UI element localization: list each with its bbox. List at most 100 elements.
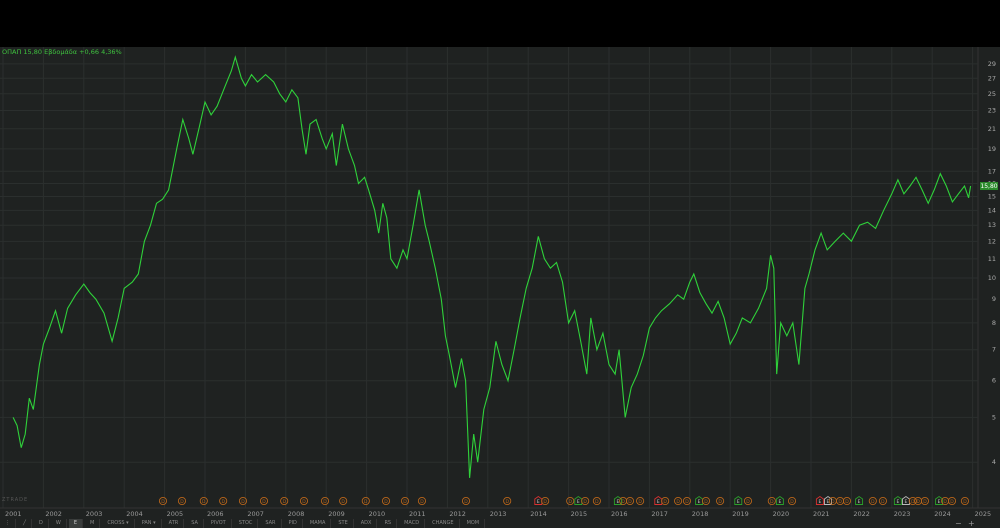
event-marker-label: D bbox=[638, 499, 642, 505]
x-tick-label: 2001 bbox=[5, 510, 22, 518]
x-tick-label: 2006 bbox=[207, 510, 224, 518]
event-marker-label: D bbox=[543, 499, 547, 505]
event-marker-label: D bbox=[595, 499, 599, 505]
x-tick-label: 2022 bbox=[853, 510, 870, 518]
y-tick-label: 15 bbox=[988, 192, 996, 200]
event-marker-label: D bbox=[871, 499, 875, 505]
toolbar-button[interactable]: ADX bbox=[356, 519, 378, 528]
y-tick-label: 23 bbox=[988, 107, 996, 115]
event-marker-label: D bbox=[916, 499, 920, 505]
event-marker-label: D bbox=[704, 499, 708, 505]
event-marker-label: D bbox=[831, 499, 835, 505]
y-tick-label: 29 bbox=[988, 60, 996, 68]
x-tick-label: 2015 bbox=[571, 510, 588, 518]
event-marker-label: D bbox=[302, 499, 306, 505]
y-tick-label: 10 bbox=[988, 274, 996, 282]
toolbar-button[interactable]: MAMA bbox=[305, 519, 332, 528]
toolbar-button[interactable]: E bbox=[68, 519, 83, 528]
event-marker-label: E bbox=[737, 499, 740, 505]
event-marker-label: D bbox=[663, 499, 667, 505]
event-marker-label: E bbox=[698, 499, 701, 505]
event-marker-label: D bbox=[685, 499, 689, 505]
event-marker-label: D bbox=[262, 499, 266, 505]
y-tick-label: 7 bbox=[992, 346, 996, 354]
toolbar-button[interactable]: D bbox=[34, 519, 49, 528]
toolbar-button[interactable]: CROSS ▾ bbox=[102, 519, 135, 528]
price-chart[interactable]: 2001 2002 2003 2004 2005 2006 2007 2008 2009 2010… bbox=[0, 0, 1000, 528]
event-marker-label: D bbox=[282, 499, 286, 505]
y-tick-label: 8 bbox=[992, 319, 996, 327]
event-marker-label: D bbox=[943, 499, 947, 505]
y-tick-label: 12 bbox=[988, 237, 996, 245]
x-tick-label: 2013 bbox=[490, 510, 507, 518]
chart-toolbar: ⋮ ╱ D W E M CROSS ▾ PAN ▾ ATR SA PIVOT STOC SAR PID MA… bbox=[0, 519, 1000, 528]
event-marker-label: D bbox=[403, 499, 407, 505]
event-marker-label: D bbox=[202, 499, 206, 505]
x-tick-label: 2018 bbox=[692, 510, 709, 518]
event-marker-label: D bbox=[221, 499, 225, 505]
event-marker-label: D bbox=[676, 499, 680, 505]
x-tick-label: 2021 bbox=[813, 510, 830, 518]
toolbar-button[interactable]: W bbox=[51, 519, 67, 528]
y-tick-label: 19 bbox=[988, 145, 996, 153]
toolbar-button[interactable]: RS bbox=[379, 519, 398, 528]
toolbar-button[interactable]: PIVOT bbox=[206, 519, 232, 528]
event-marker-label: D bbox=[505, 499, 509, 505]
legend-period: Εβδομάδα bbox=[44, 48, 77, 56]
x-tick-label: 2009 bbox=[328, 510, 345, 518]
y-tick-label: 4 bbox=[992, 458, 996, 466]
event-marker-label: E bbox=[905, 499, 908, 505]
event-marker-label: D bbox=[845, 499, 849, 505]
event-marker-label: D bbox=[583, 499, 587, 505]
toolbar-button[interactable]: MACD bbox=[399, 519, 426, 528]
y-tick-label: 17 bbox=[988, 167, 996, 175]
x-tick-label: 2025 bbox=[975, 510, 992, 518]
event-marker-label: D bbox=[923, 499, 927, 505]
last-price-label: 15,80 bbox=[980, 183, 997, 190]
event-marker-label: D bbox=[963, 499, 967, 505]
toolbar-button[interactable]: M bbox=[85, 519, 101, 528]
event-marker-label: E bbox=[896, 499, 899, 505]
toolbar-button[interactable]: MOM bbox=[462, 519, 486, 528]
x-tick-label: 2007 bbox=[247, 510, 264, 518]
event-marker-label: D bbox=[718, 499, 722, 505]
x-tick-label: 2003 bbox=[86, 510, 103, 518]
event-marker-label: D bbox=[180, 499, 184, 505]
x-tick-label: 2016 bbox=[611, 510, 628, 518]
toolbar-button[interactable]: SAR bbox=[260, 519, 282, 528]
event-marker-label: D bbox=[628, 499, 632, 505]
toolbar-button[interactable]: ATR bbox=[164, 519, 185, 528]
x-tick-label: 2024 bbox=[934, 510, 951, 518]
event-marker-label: E bbox=[858, 499, 861, 505]
x-tick-label: 2023 bbox=[894, 510, 911, 518]
event-marker-label: D bbox=[341, 499, 345, 505]
toolbar-button[interactable]: PID bbox=[284, 519, 303, 528]
y-tick-label: 9 bbox=[992, 295, 996, 303]
y-tick-label: 14 bbox=[988, 206, 996, 214]
x-tick-label: 2005 bbox=[167, 510, 184, 518]
event-marker-label: D bbox=[746, 499, 750, 505]
y-tick-label: 25 bbox=[988, 90, 996, 98]
event-marker-label: D bbox=[161, 499, 165, 505]
x-tick-label: 2019 bbox=[732, 510, 749, 518]
event-marker-label: E bbox=[778, 499, 781, 505]
toolbar-button[interactable]: PAN ▾ bbox=[137, 519, 162, 528]
event-marker-label: D bbox=[838, 499, 842, 505]
event-marker-label: D bbox=[568, 499, 572, 505]
price-line bbox=[12, 55, 972, 478]
toolbar-button[interactable]: ╱ bbox=[18, 519, 33, 528]
event-marker-label: D bbox=[790, 499, 794, 505]
toolbar-button[interactable]: SA bbox=[186, 519, 204, 528]
legend-symbol: ΟΠΑΠ bbox=[2, 48, 22, 56]
event-marker-label: D bbox=[621, 499, 625, 505]
toolbar-button[interactable]: STOC bbox=[234, 519, 259, 528]
y-tick-label: 11 bbox=[988, 255, 996, 263]
event-marker-label: E bbox=[938, 499, 941, 505]
event-marker-label: D bbox=[364, 499, 368, 505]
toolbar-button[interactable]: CHANGE bbox=[427, 519, 460, 528]
toolbar-button[interactable]: ⋮ bbox=[0, 519, 16, 528]
toolbar-button[interactable]: STE bbox=[333, 519, 354, 528]
x-tick-label: 2014 bbox=[530, 510, 547, 518]
chart-legend: ΟΠΑΠ 15,80 Εβδομάδα +0,66 4,36% bbox=[2, 48, 122, 56]
event-marker-label: D bbox=[881, 499, 885, 505]
